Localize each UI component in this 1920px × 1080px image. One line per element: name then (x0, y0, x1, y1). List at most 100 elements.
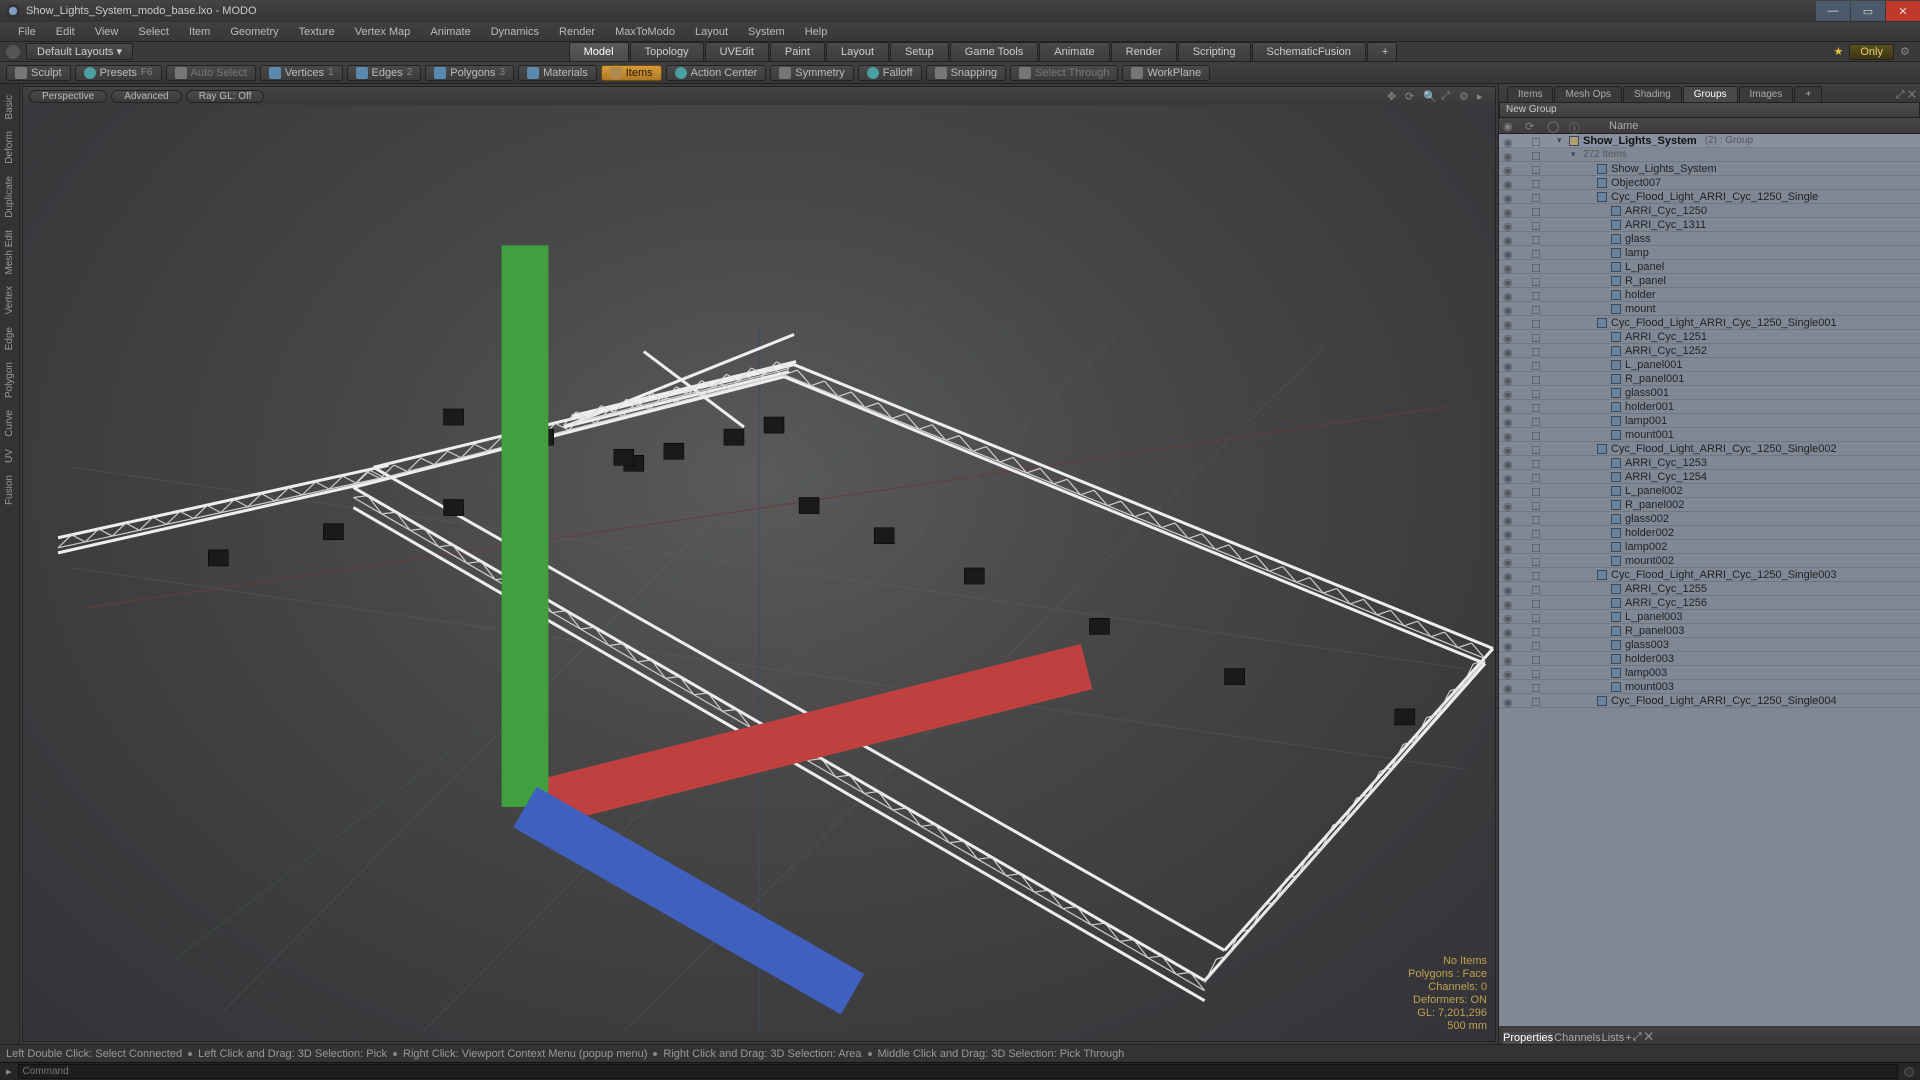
checkbox-icon[interactable]: ☐ (1531, 668, 1541, 678)
prop-tab-lists[interactable]: Lists (1602, 1032, 1625, 1044)
checkbox-icon[interactable]: ☐ (1531, 500, 1541, 510)
eye-icon[interactable]: ◉ (1503, 458, 1513, 468)
add-prop-tab[interactable]: + (1625, 1032, 1631, 1044)
vtab-mesh-edit[interactable]: Mesh Edit (4, 225, 15, 279)
tab-topology[interactable]: Topology (630, 42, 704, 61)
checkbox-icon[interactable]: ☐ (1531, 206, 1541, 216)
eye-icon[interactable]: ◉ (1503, 388, 1513, 398)
axis-gizmo-icon[interactable] (23, 105, 1495, 1041)
expand-icon[interactable]: ⤢ ✕ (1892, 89, 1920, 102)
presets-button[interactable]: PresetsF6 (75, 65, 162, 81)
tree-row[interactable]: ◉☐R_panel002 (1499, 498, 1920, 512)
gear-icon[interactable]: ⚙ (1459, 90, 1471, 102)
checkbox-icon[interactable]: ☐ (1531, 318, 1541, 328)
tree-row[interactable]: ◉☐R_panel003 (1499, 624, 1920, 638)
polygons-button[interactable]: Polygons3 (425, 65, 514, 81)
eye-icon[interactable]: ◉ (1503, 416, 1513, 426)
panel-tab-images[interactable]: Images (1739, 86, 1794, 102)
menu-vertex-map[interactable]: Vertex Map (345, 24, 421, 40)
eye-icon[interactable]: ◉ (1503, 360, 1513, 370)
checkbox-icon[interactable]: ☐ (1531, 248, 1541, 258)
checkbox-icon[interactable]: ☐ (1531, 192, 1541, 202)
menu-render[interactable]: Render (549, 24, 605, 40)
checkbox-icon[interactable]: ☐ (1531, 276, 1541, 286)
checkbox-icon[interactable]: ☐ (1531, 556, 1541, 566)
select-through-button[interactable]: Select Through (1010, 65, 1118, 81)
vtab-duplicate[interactable]: Duplicate (4, 171, 15, 223)
eye-icon[interactable]: ◉ (1503, 682, 1513, 692)
eye-icon[interactable]: ◉ (1503, 528, 1513, 538)
menu-dynamics[interactable]: Dynamics (481, 24, 549, 40)
viewport-raygl[interactable]: Ray GL: Off (186, 90, 265, 103)
layout-dropdown[interactable]: Default Layouts ▾ (26, 43, 133, 60)
tree-row[interactable]: ◉☐Show_Lights_System (1499, 162, 1920, 176)
checkbox-icon[interactable]: ☐ (1531, 220, 1541, 230)
tree-row[interactable]: ◉☐Cyc_Flood_Light_ARRI_Cyc_1250_Single00… (1499, 442, 1920, 456)
tab-uvedit[interactable]: UVEdit (705, 42, 769, 61)
vtab-deform[interactable]: Deform (4, 126, 15, 169)
tree-row[interactable]: ◉☐R_panel (1499, 274, 1920, 288)
menu-animate[interactable]: Animate (420, 24, 480, 40)
eye-icon[interactable]: ◉ (1503, 192, 1513, 202)
eye-icon[interactable]: ◉ (1503, 486, 1513, 496)
menu-edit[interactable]: Edit (46, 24, 85, 40)
checkbox-icon[interactable]: ☐ (1531, 346, 1541, 356)
tab-paint[interactable]: Paint (770, 42, 825, 61)
eye-icon[interactable]: ◉ (1503, 584, 1513, 594)
eye-icon[interactable]: ◉ (1503, 220, 1513, 230)
menu-geometry[interactable]: Geometry (220, 24, 288, 40)
tree-row[interactable]: ◉☐ARRI_Cyc_1250 (1499, 204, 1920, 218)
vtab-fusion[interactable]: Fusion (4, 470, 15, 510)
new-group-button[interactable]: New Group (1499, 102, 1920, 118)
eye-icon[interactable]: ◉ (1503, 598, 1513, 608)
eye-icon[interactable]: ◉ (1503, 444, 1513, 454)
checkbox-icon[interactable]: ☐ (1531, 570, 1541, 580)
checkbox-icon[interactable]: ☐ (1531, 374, 1541, 384)
expand-icon[interactable]: ⤢ ✕ (1633, 1031, 1653, 1044)
tree-row[interactable]: ◉☐L_panel002 (1499, 484, 1920, 498)
eye-icon[interactable]: ◉ (1503, 178, 1513, 188)
tree-row[interactable]: ◉☐holder002 (1499, 526, 1920, 540)
vertices-button[interactable]: Vertices1 (260, 65, 343, 81)
outliner-tree[interactable]: ◉☐▾Show_Lights_System(2) : Group◉☐▾272 I… (1499, 134, 1920, 1026)
eye-icon[interactable]: ◉ (1503, 150, 1513, 160)
tree-row[interactable]: ◉☐holder001 (1499, 400, 1920, 414)
eye-icon[interactable]: ◉ (1503, 570, 1513, 580)
tab-animate[interactable]: Animate (1039, 42, 1109, 61)
checkbox-icon[interactable]: ☐ (1531, 388, 1541, 398)
checkbox-icon[interactable]: ☐ (1531, 360, 1541, 370)
move-icon[interactable]: ✥ (1387, 90, 1399, 102)
checkbox-icon[interactable]: ☐ (1531, 612, 1541, 622)
checkbox-icon[interactable]: ☐ (1531, 542, 1541, 552)
add-tab-button[interactable]: + (1367, 42, 1397, 61)
tab-schematicfusion[interactable]: SchematicFusion (1252, 42, 1366, 61)
checkbox-icon[interactable]: ☐ (1531, 444, 1541, 454)
tree-row[interactable]: ◉☐Cyc_Flood_Light_ARRI_Cyc_1250_Single00… (1499, 568, 1920, 582)
menu-system[interactable]: System (738, 24, 795, 40)
tree-row[interactable]: ◉☐glass002 (1499, 512, 1920, 526)
checkbox-icon[interactable]: ☐ (1531, 696, 1541, 706)
tree-row[interactable]: ◉☐L_panel001 (1499, 358, 1920, 372)
eye-icon[interactable]: ◉ (1503, 402, 1513, 412)
tree-row[interactable]: ◉☐ARRI_Cyc_1251 (1499, 330, 1920, 344)
checkbox-icon[interactable]: ☐ (1531, 416, 1541, 426)
panel-tab-mesh-ops[interactable]: Mesh Ops (1554, 86, 1622, 102)
vtab-basic[interactable]: Basic (4, 90, 15, 124)
info-icon[interactable]: ⓘ (1569, 120, 1581, 132)
tree-row[interactable]: ◉☐Cyc_Flood_Light_ARRI_Cyc_1250_Single (1499, 190, 1920, 204)
eye-icon[interactable]: ◉ (1503, 542, 1513, 552)
eye-icon[interactable]: ◉ (1503, 654, 1513, 664)
vtab-uv[interactable]: UV (4, 444, 15, 468)
close-button[interactable]: ✕ (1886, 1, 1920, 21)
eye-icon[interactable]: ◉ (1503, 262, 1513, 272)
materials-button[interactable]: Materials (518, 65, 597, 81)
tree-row[interactable]: ◉☐Cyc_Flood_Light_ARRI_Cyc_1250_Single00… (1499, 694, 1920, 708)
checkbox-icon[interactable]: ☐ (1531, 626, 1541, 636)
eye-icon[interactable]: ◉ (1503, 234, 1513, 244)
eye-icon[interactable]: ◉ (1503, 276, 1513, 286)
eye-icon[interactable]: ◉ (1503, 136, 1513, 146)
tree-row[interactable]: ◉☐holder003 (1499, 652, 1920, 666)
tab-scripting[interactable]: Scripting (1178, 42, 1251, 61)
panel-tab-items[interactable]: Items (1507, 86, 1553, 102)
tree-row[interactable]: ◉☐ARRI_Cyc_1311 (1499, 218, 1920, 232)
